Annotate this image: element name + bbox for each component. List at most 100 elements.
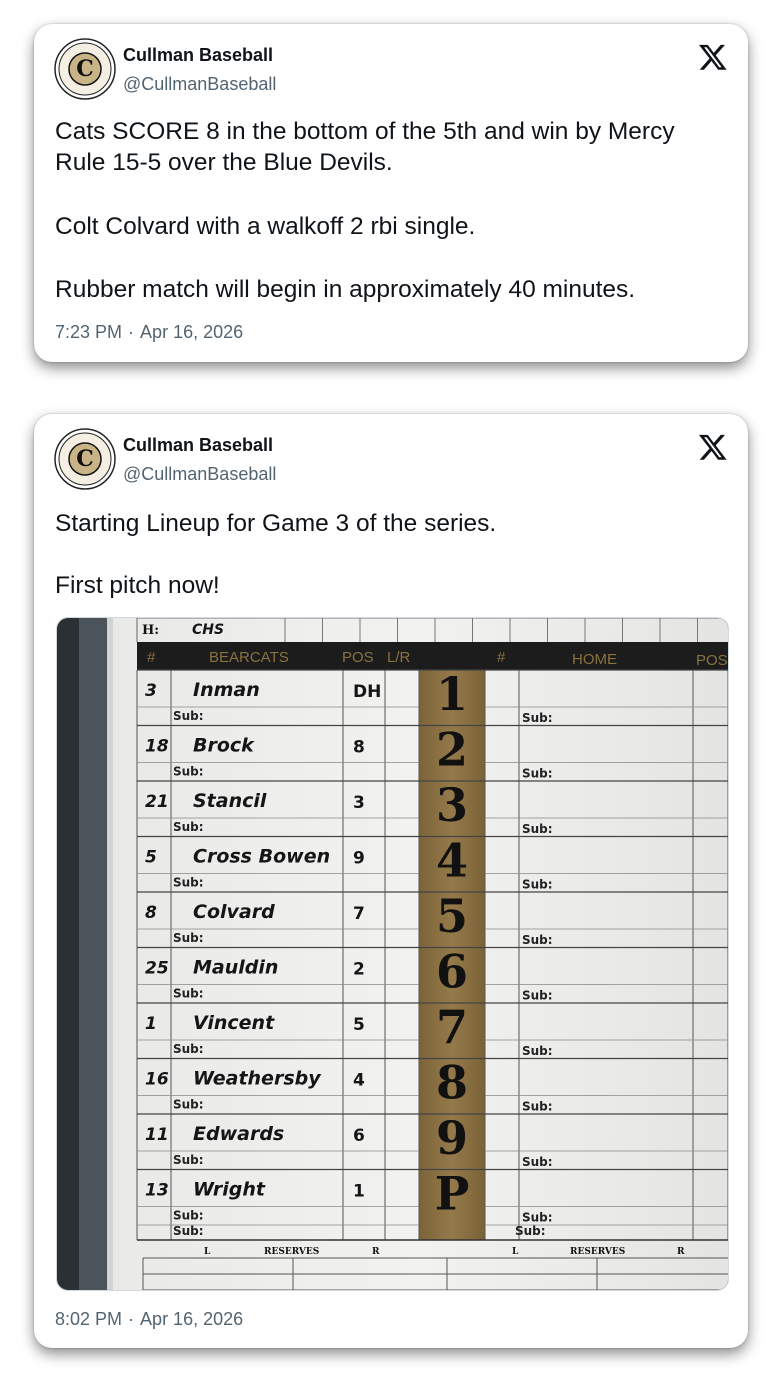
lineup-photo[interactable]: H: CHS # BEARCATS POS L/R # HOME POS 3 In… xyxy=(56,617,729,1291)
sub-label: Sub: xyxy=(522,933,553,947)
tweet-time: 8:02 PM xyxy=(55,1309,123,1329)
author-handle[interactable]: @CullmanBaseball xyxy=(123,464,276,485)
player-number: 16 xyxy=(145,1070,169,1090)
sub-label: Sub: xyxy=(173,820,204,834)
tweet-text-line: Colt Colvard with a walkoff 2 rbi single… xyxy=(55,213,476,240)
sub-label: Sub: xyxy=(515,1224,546,1238)
sub-label: Sub: xyxy=(522,1044,553,1058)
batting-order-number: 9 xyxy=(436,1111,468,1165)
reserves-right-r: R xyxy=(677,1247,685,1257)
batting-order-number: 5 xyxy=(436,889,468,943)
tweet-text-line: Starting Lineup for Game 3 of the series… xyxy=(55,510,497,537)
player-number: 13 xyxy=(145,1181,169,1201)
header-home: HOME xyxy=(572,651,617,668)
author-handle[interactable]: @CullmanBaseball xyxy=(123,74,276,95)
player-number: 18 xyxy=(145,737,169,757)
player-position: 8 xyxy=(353,738,365,758)
header-team: BEARCATS xyxy=(209,649,289,666)
sub-label: Sub: xyxy=(173,876,204,890)
author-name[interactable]: Cullman Baseball xyxy=(123,45,273,66)
sub-label: Sub: xyxy=(522,989,553,1003)
header-num: # xyxy=(147,649,156,666)
tweet-text-line: Cats SCORE 8 in the bottom of the 5th an… xyxy=(55,118,675,176)
batting-order-number: 4 xyxy=(436,834,468,888)
sub-label: Sub: xyxy=(173,709,204,723)
tweet-card[interactable]: C Cullman Baseball @CullmanBaseball Cats… xyxy=(34,24,748,362)
timestamp[interactable]: 7:23 PM · Apr 16, 2026 xyxy=(55,322,243,343)
sub-label: Sub: xyxy=(522,822,553,836)
sub-label: Sub: xyxy=(173,987,204,1001)
player-number: 3 xyxy=(145,681,157,701)
sub-label: Sub: xyxy=(522,1100,553,1114)
top-value: CHS xyxy=(192,622,224,638)
player-number: 25 xyxy=(145,959,169,979)
sub-label: Sub: xyxy=(522,878,553,892)
player-number: 21 xyxy=(145,792,169,812)
sub-label: Sub: xyxy=(522,711,553,725)
batting-order-number: P xyxy=(435,1167,470,1221)
sub-label: Sub: xyxy=(522,767,553,781)
reserves-left-label: RESERVES xyxy=(264,1247,319,1257)
x-logo-icon[interactable] xyxy=(698,432,728,462)
player-number: 11 xyxy=(145,1125,169,1145)
tweet-text-line: First pitch now! xyxy=(55,572,220,599)
player-name: Brock xyxy=(193,735,255,757)
sub-label: Sub: xyxy=(173,1042,204,1056)
sub-label: Sub: xyxy=(173,931,204,945)
avatar-letter: C xyxy=(76,446,94,472)
lineup-card: H: CHS # BEARCATS POS L/R # HOME POS 3 In… xyxy=(57,618,728,1290)
player-name: Colvard xyxy=(193,901,275,923)
header-pos: POS xyxy=(342,649,374,666)
tweet-date: Apr 16, 2026 xyxy=(140,1309,244,1329)
reserves-left-l: L xyxy=(204,1247,211,1257)
player-position: 3 xyxy=(353,793,365,813)
batting-order-number: 3 xyxy=(436,778,468,832)
sub-label: Sub: xyxy=(522,1211,553,1225)
tweet-time: 7:23 PM xyxy=(55,322,123,342)
sub-label: Sub: xyxy=(173,1098,204,1112)
header-home-pos: POS xyxy=(696,652,728,669)
reserves-left-r: R xyxy=(372,1247,380,1257)
player-position: 5 xyxy=(353,1015,365,1035)
x-logo-icon[interactable] xyxy=(698,42,728,72)
top-label: H: xyxy=(142,623,159,638)
timestamp[interactable]: 8:02 PM · Apr 16, 2026 xyxy=(55,1309,243,1330)
tweet-text-line: Rubber match will begin in approximately… xyxy=(55,276,636,303)
sub-label: Sub: xyxy=(173,1153,204,1167)
batting-order-number: 6 xyxy=(436,945,468,999)
sub-label: Sub: xyxy=(522,1155,553,1169)
player-name: Inman xyxy=(193,679,260,701)
player-name: Cross Bowen xyxy=(193,846,330,868)
tweet-card[interactable]: C Cullman Baseball @CullmanBaseball Star… xyxy=(34,414,748,1348)
sub-label: Sub: xyxy=(173,1209,204,1223)
avatar[interactable]: C xyxy=(54,428,116,490)
player-name: Wright xyxy=(193,1179,266,1201)
avatar-letter: C xyxy=(76,56,94,82)
tweet-date: Apr 16, 2026 xyxy=(140,322,244,342)
sub-label: Sub: xyxy=(173,765,204,779)
player-position: 9 xyxy=(353,849,365,869)
batting-order-number: 8 xyxy=(436,1056,468,1110)
player-name: Vincent xyxy=(193,1012,275,1034)
sub-label: Sub: xyxy=(173,1224,204,1238)
player-number: 5 xyxy=(145,848,157,868)
author-name[interactable]: Cullman Baseball xyxy=(123,435,273,456)
player-position: 1 xyxy=(353,1182,365,1202)
reserves-right-label: RESERVES xyxy=(570,1247,625,1257)
player-position: 4 xyxy=(353,1071,365,1091)
player-number: 1 xyxy=(145,1014,157,1034)
batting-order-number: 2 xyxy=(436,723,468,777)
player-number: 8 xyxy=(145,903,157,923)
batting-order-number: 1 xyxy=(436,667,468,721)
player-name: Edwards xyxy=(193,1123,284,1145)
player-position: 6 xyxy=(353,1126,365,1146)
batting-order-number: 7 xyxy=(436,1000,468,1054)
player-name: Stancil xyxy=(193,790,267,812)
header-home-num: # xyxy=(497,649,506,666)
reserves-right-l: L xyxy=(512,1247,519,1257)
player-position: 7 xyxy=(353,904,365,924)
player-name: Weathersby xyxy=(193,1068,322,1090)
player-name: Mauldin xyxy=(193,957,278,979)
avatar[interactable]: C xyxy=(54,38,116,100)
player-position: DH xyxy=(353,682,381,702)
